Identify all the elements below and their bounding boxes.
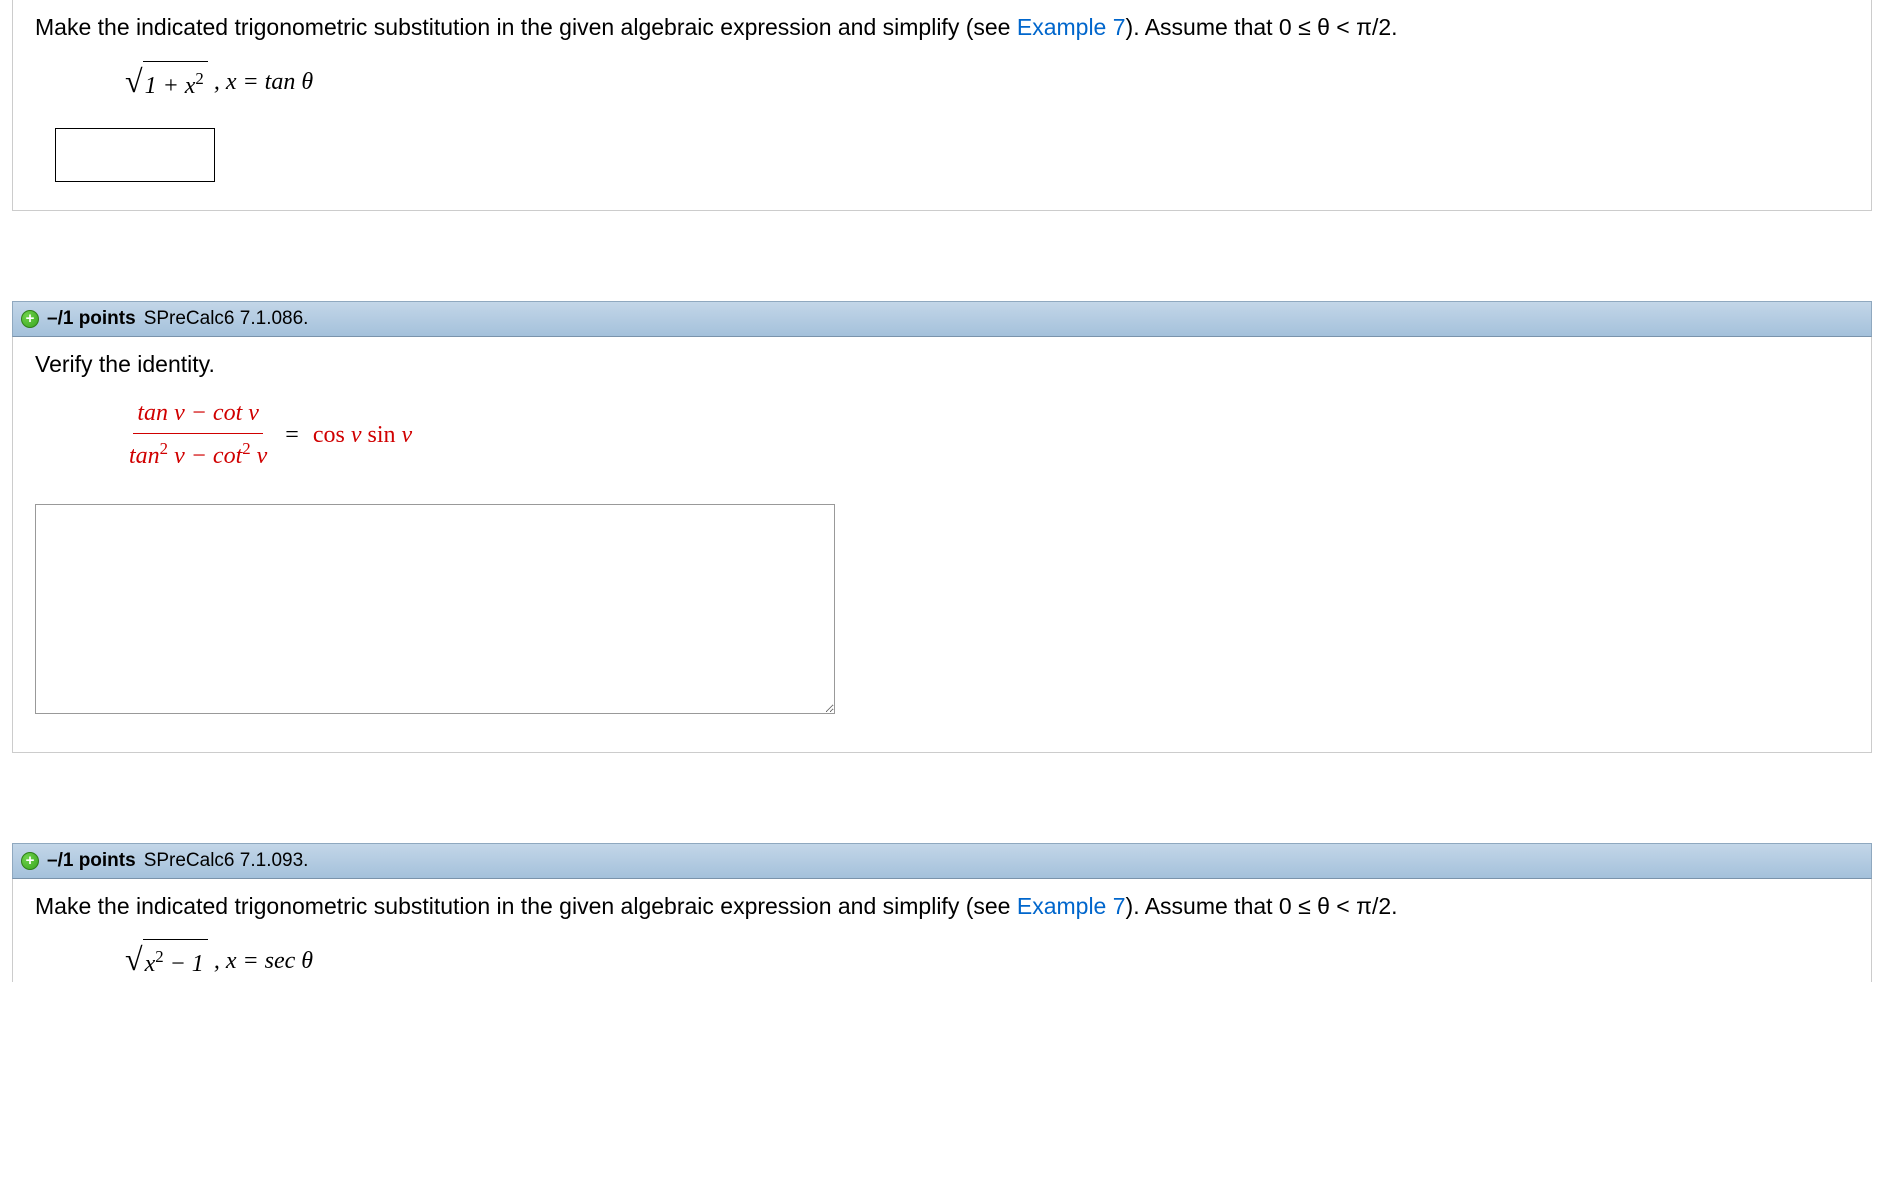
question-3-header: + –/1 points SPreCalc6 7.1.093.	[12, 843, 1872, 879]
substitution-expr: , x = sec θ	[214, 943, 313, 979]
sqrt-expression: √ x2 − 1	[125, 939, 208, 982]
question-3-box: Make the indicated trigonometric substit…	[12, 879, 1872, 983]
example-7-link[interactable]: Example 7	[1017, 14, 1126, 40]
sqrt-body: x2 − 1	[143, 939, 208, 982]
fraction-denominator: tan2 v − cot2 v	[125, 434, 271, 474]
question-2-prompt: Verify the identity.	[35, 347, 1849, 382]
identity-expression: tan v − cot v tan2 v − cot2 v = cos v si…	[125, 395, 1849, 474]
question-1-box: Make the indicated trigonometric substit…	[12, 0, 1872, 211]
spacer-1	[0, 211, 1884, 301]
rhs-var1: v	[351, 422, 362, 448]
spacer-2	[0, 753, 1884, 843]
answer-textarea[interactable]	[35, 504, 835, 714]
den-cot: − cot	[185, 443, 243, 469]
question-2-box: Verify the identity. tan v − cot v tan2 …	[12, 337, 1872, 753]
den-tan: tan	[129, 443, 160, 469]
q1-expression: √ 1 + x2 , x = tan θ	[125, 61, 1849, 104]
q3-expression: √ x2 − 1 , x = sec θ	[125, 939, 1849, 982]
example-7-link[interactable]: Example 7	[1017, 893, 1126, 919]
den-var1: v	[174, 443, 185, 469]
sqrt-x: x	[145, 951, 156, 977]
answer-input[interactable]	[55, 128, 215, 182]
den-var2: v	[257, 443, 268, 469]
fraction-numerator: tan v − cot v	[133, 395, 263, 434]
question-1-content: Make the indicated trigonometric substit…	[13, 0, 1871, 210]
points-label: –/1 points	[47, 308, 136, 330]
den-sup1: 2	[160, 439, 168, 458]
question-ref: SPreCalc6 7.1.086.	[144, 308, 309, 330]
points-label: –/1 points	[47, 850, 136, 872]
sqrt-sign-icon: √	[125, 65, 143, 97]
q3-prompt-prefix: Make the indicated trigonometric substit…	[35, 893, 1017, 919]
sqrt-expression: √ 1 + x2	[125, 61, 208, 104]
sqrt-sup: 2	[195, 69, 203, 88]
question-1-prompt: Make the indicated trigonometric substit…	[35, 10, 1849, 45]
question-ref: SPreCalc6 7.1.093.	[144, 850, 309, 872]
sqrt-sup: 2	[155, 947, 163, 966]
sqrt-rest: − 1	[164, 951, 204, 977]
num-var1: v	[174, 400, 185, 426]
sqrt-inner: 1 + x	[145, 73, 196, 99]
substitution-expr: , x = tan θ	[214, 64, 313, 100]
rhs-var2: v	[402, 422, 413, 448]
den-sup2: 2	[242, 439, 250, 458]
rhs-sin: sin	[361, 422, 401, 448]
sqrt-sign-icon: √	[125, 943, 143, 975]
equals-sign: =	[285, 417, 299, 453]
question-3-prompt: Make the indicated trigonometric substit…	[35, 889, 1849, 924]
q3-prompt-suffix: ). Assume that 0 ≤ θ < π/2.	[1126, 893, 1398, 919]
num-tan: tan	[137, 400, 174, 426]
num-var2: v	[248, 400, 259, 426]
rhs-cos: cos	[313, 422, 351, 448]
q1-prompt-suffix: ). Assume that 0 ≤ θ < π/2.	[1126, 14, 1398, 40]
question-2-header: + –/1 points SPreCalc6 7.1.086.	[12, 301, 1872, 337]
expand-button[interactable]: +	[21, 852, 39, 870]
rhs: cos v sin v	[313, 417, 412, 453]
sqrt-body: 1 + x2	[143, 61, 208, 104]
question-2-content: Verify the identity. tan v − cot v tan2 …	[13, 337, 1871, 752]
num-cot: − cot	[185, 400, 249, 426]
expand-button[interactable]: +	[21, 310, 39, 328]
question-3-content: Make the indicated trigonometric substit…	[13, 879, 1871, 983]
fraction: tan v − cot v tan2 v − cot2 v	[125, 395, 271, 474]
q1-prompt-prefix: Make the indicated trigonometric substit…	[35, 14, 1017, 40]
